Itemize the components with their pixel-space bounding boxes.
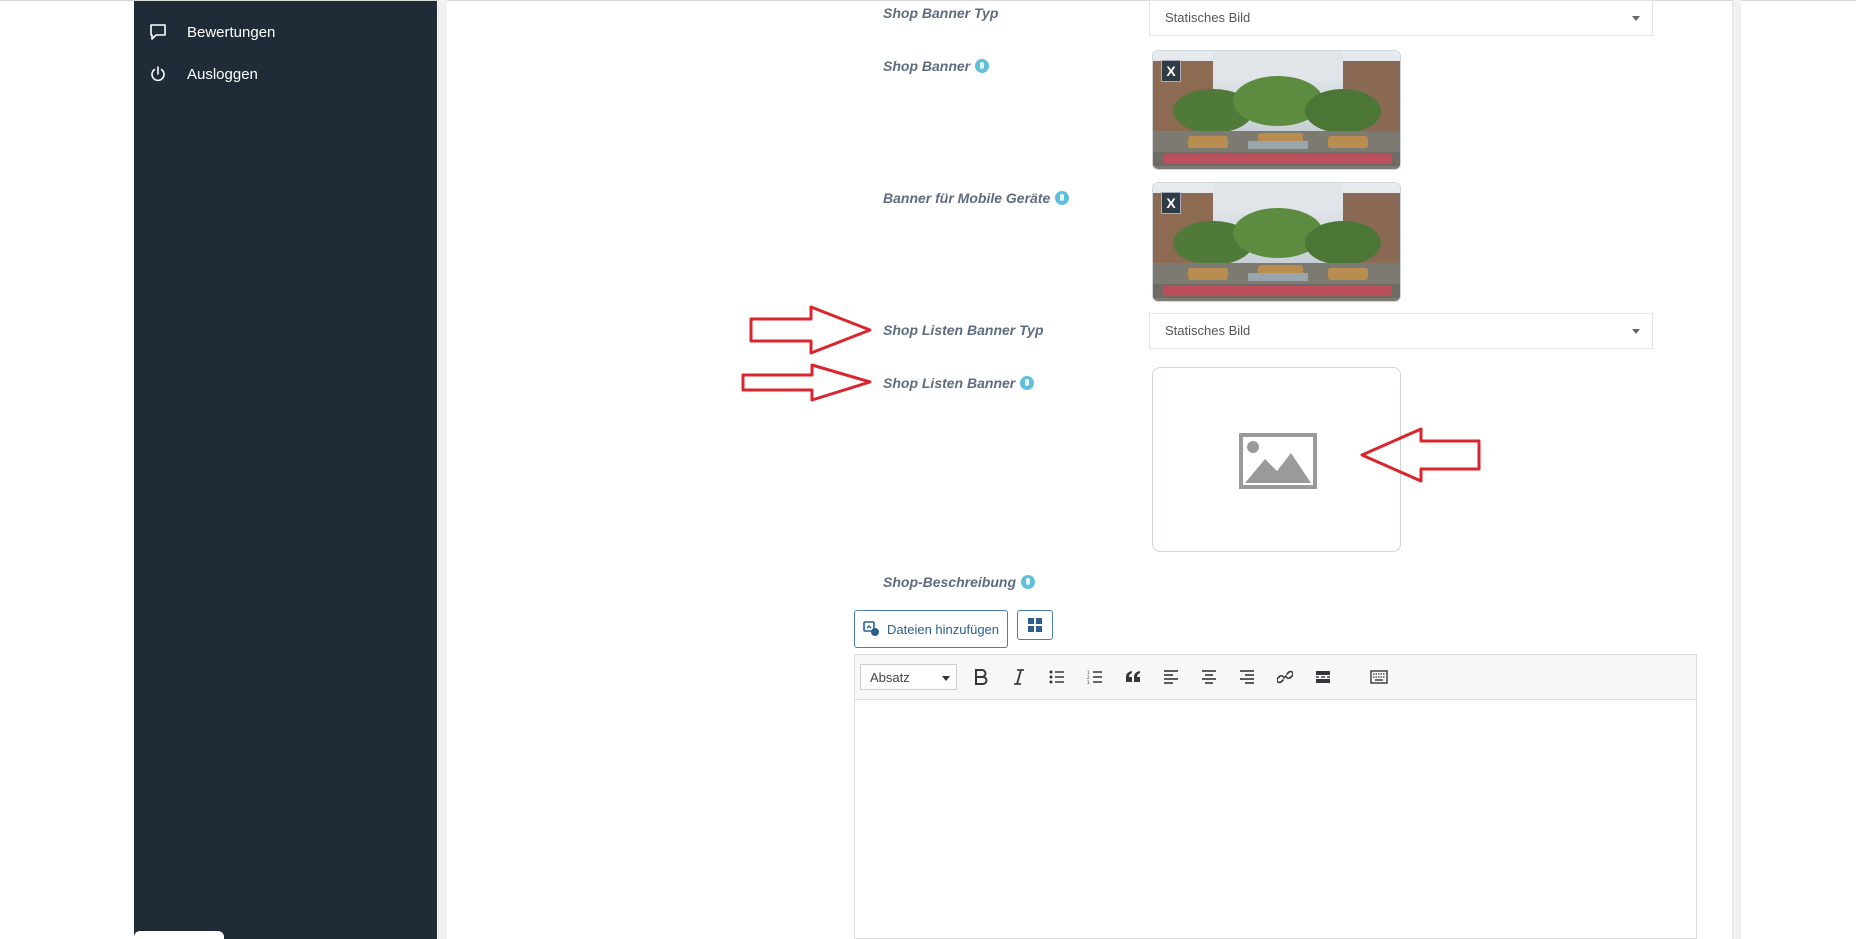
description-label: Shop-Beschreibung [883, 574, 1036, 590]
list-banner-type-select[interactable]: Statisches Bild [1149, 313, 1653, 349]
content-left-border [438, 0, 447, 939]
align-right-button[interactable] [1233, 663, 1261, 691]
mall-photo [1153, 51, 1400, 169]
media-icon [863, 621, 881, 637]
read-more-icon [1316, 671, 1330, 683]
help-icon[interactable] [1021, 575, 1036, 589]
grid-button[interactable] [1017, 610, 1053, 640]
bulleted-list-button[interactable] [1043, 663, 1071, 691]
sidebar-item-bewertungen[interactable]: Bewertungen [148, 18, 275, 46]
list-banner-type-label: Shop Listen Banner Typ [883, 322, 1044, 338]
shop-banner-label: Shop Banner [883, 58, 990, 74]
mall-photo [1153, 183, 1400, 301]
read-more-button[interactable] [1309, 663, 1337, 691]
link-icon [1277, 670, 1293, 684]
help-icon[interactable] [975, 59, 990, 73]
blockquote-icon [1126, 671, 1140, 682]
align-right-icon [1240, 670, 1254, 684]
sidebar-bottom-tab [134, 931, 224, 939]
italic-icon [1014, 669, 1024, 685]
caret-down-icon [942, 676, 950, 681]
sidebar: Bewertungen Ausloggen [134, 1, 437, 939]
list-banner-label: Shop Listen Banner [883, 375, 1035, 391]
shop-banner-image[interactable]: X [1152, 50, 1401, 170]
toolbar-toggle-button[interactable] [1365, 663, 1393, 691]
italic-button[interactable] [1005, 663, 1033, 691]
mobile-banner-image[interactable]: X [1152, 182, 1401, 302]
align-center-icon [1202, 670, 1216, 684]
sidebar-item-label: Ausloggen [187, 65, 258, 83]
shop-banner-type-select[interactable]: Statisches Bild [1149, 0, 1653, 36]
mobile-banner-label: Banner für Mobile Geräte [883, 190, 1070, 206]
description-editor[interactable] [854, 700, 1697, 939]
svg-text:3: 3 [1087, 680, 1090, 684]
caret-down-icon [1632, 329, 1640, 334]
format-select[interactable]: Absatz [860, 664, 957, 690]
annotation-arrow-right-icon [741, 363, 872, 402]
help-icon[interactable] [1055, 191, 1070, 205]
comment-icon [148, 22, 168, 42]
grid-icon [1028, 618, 1042, 632]
numbered-list-icon: 123 [1087, 670, 1102, 684]
content-right-border [1732, 0, 1741, 939]
blockquote-button[interactable] [1119, 663, 1147, 691]
power-icon [148, 64, 168, 84]
help-icon[interactable] [1020, 376, 1035, 390]
keyboard-icon [1370, 670, 1388, 684]
remove-banner-button[interactable]: X [1161, 60, 1181, 82]
numbered-list-button[interactable]: 123 [1081, 663, 1109, 691]
shop-banner-type-label: Shop Banner Typ [883, 5, 999, 21]
annotation-arrow-right-icon [749, 305, 872, 355]
remove-mobile-banner-button[interactable]: X [1161, 192, 1181, 214]
sidebar-item-label: Bewertungen [187, 23, 276, 41]
annotation-arrow-left-icon [1360, 427, 1481, 483]
align-left-icon [1164, 670, 1178, 684]
align-left-button[interactable] [1157, 663, 1185, 691]
sidebar-item-ausloggen[interactable]: Ausloggen [148, 60, 258, 88]
image-placeholder-icon [1239, 433, 1317, 489]
link-button[interactable] [1271, 663, 1299, 691]
bold-button[interactable] [967, 663, 995, 691]
caret-down-icon [1632, 16, 1640, 21]
bold-icon [975, 669, 988, 685]
add-files-button[interactable]: Dateien hinzufügen [854, 610, 1008, 648]
align-center-button[interactable] [1195, 663, 1223, 691]
bulleted-list-icon [1049, 670, 1064, 684]
editor-toolbar: Absatz 123 [854, 654, 1697, 700]
